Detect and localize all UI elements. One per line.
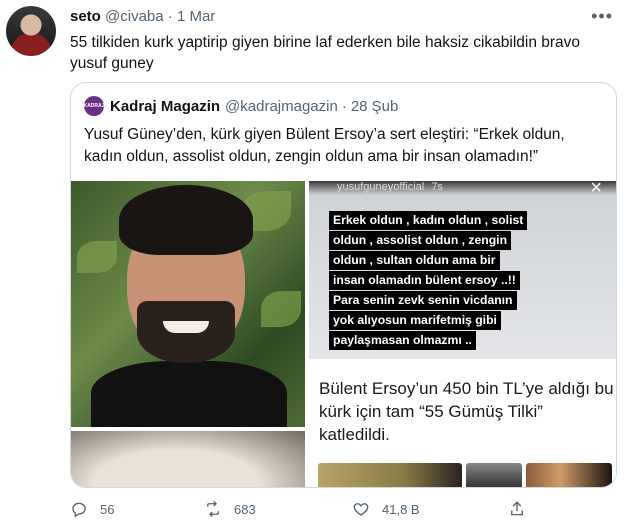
story-line: oldun , assolist oldun , zengin bbox=[329, 231, 512, 250]
more-icon[interactable]: ••• bbox=[591, 6, 613, 27]
story-line: oldun , sultan oldun ama bir bbox=[329, 251, 500, 270]
media-story-screenshot[interactable]: yusufguneyofficial 7s × Erkek oldun , ka… bbox=[309, 181, 616, 487]
quoted-author-name[interactable]: Kadraj Magazin bbox=[110, 98, 220, 115]
story-line: yok alıyosun marifetmiş gibi bbox=[329, 311, 501, 330]
thumbnail-1 bbox=[318, 463, 462, 487]
story-text-block: Erkek oldun , kadın oldun , solist oldun … bbox=[329, 211, 528, 351]
author-avatar[interactable] bbox=[6, 6, 56, 56]
heart-icon bbox=[353, 503, 369, 516]
share-icon bbox=[511, 501, 523, 516]
tweet-actions: 56 683 41,8 B bbox=[70, 500, 610, 522]
retweet-icon bbox=[207, 501, 219, 517]
story-line: Para senin zevk senin vicdanın bbox=[329, 291, 517, 310]
tweet-text: 55 tilkiden kurk yaptirip giyen birine l… bbox=[70, 34, 581, 72]
portrait-shirt bbox=[91, 361, 287, 427]
story-line: insan olamadın bülent ersoy ..!! bbox=[329, 271, 520, 290]
caption-thumbnails bbox=[318, 463, 612, 487]
leaf-shape bbox=[261, 291, 301, 327]
story-username: yusufguneyofficial 7s bbox=[337, 181, 443, 193]
quoted-media-grid: yusufguneyofficial 7s × Erkek oldun , ka… bbox=[71, 181, 616, 487]
like-button[interactable]: 41,8 B bbox=[352, 500, 420, 518]
media-photo-secondary[interactable] bbox=[71, 431, 305, 487]
reply-icon bbox=[72, 502, 86, 518]
media-photo-portrait[interactable] bbox=[71, 181, 305, 427]
story-screenshot: yusufguneyofficial 7s × Erkek oldun , ka… bbox=[309, 181, 616, 359]
portrait-hair bbox=[119, 185, 253, 255]
leaf-shape bbox=[77, 241, 117, 273]
reply-count: 56 bbox=[100, 501, 115, 517]
retweet-count: 683 bbox=[234, 501, 256, 517]
portrait-smile bbox=[163, 321, 209, 333]
story-time-label: 7s bbox=[431, 181, 443, 193]
quoted-author-handle[interactable]: @kadrajmagazin bbox=[225, 98, 338, 115]
story-line: Erkek oldun , kadın oldun , solist bbox=[329, 211, 528, 230]
like-count: 41,8 B bbox=[382, 501, 420, 517]
quoted-tweet-date[interactable]: 28 Şub bbox=[351, 98, 399, 115]
share-button[interactable] bbox=[508, 500, 538, 518]
tweet-date[interactable]: 1 Mar bbox=[177, 8, 215, 25]
thumbnail-3 bbox=[526, 463, 612, 487]
story-user-label: yusufguneyofficial bbox=[337, 181, 425, 193]
kadraj-logo[interactable]: KADRAJ bbox=[84, 96, 104, 116]
tweet-header: seto @civaba · 1 Mar bbox=[70, 8, 215, 25]
quoted-tweet-header: KADRAJ Kadraj Magazin @kadrajmagazin · 2… bbox=[84, 96, 398, 116]
quoted-tweet-text: Yusuf Güney’den, kürk giyen Bülent Ersoy… bbox=[84, 126, 565, 165]
close-icon: × bbox=[590, 181, 602, 199]
reply-button[interactable]: 56 bbox=[70, 500, 114, 518]
quoted-tweet[interactable]: KADRAJ Kadraj Magazin @kadrajmagazin · 2… bbox=[70, 82, 617, 488]
author-name[interactable]: seto bbox=[70, 8, 101, 25]
thumbnail-2 bbox=[466, 463, 522, 487]
retweet-button[interactable]: 683 bbox=[204, 500, 256, 518]
separator-dot: · bbox=[341, 97, 347, 115]
story-line: paylaşmasan olmazmı .. bbox=[329, 331, 476, 350]
story-caption: Bülent Ersoy’un 450 bin TL’ye aldığı bu … bbox=[319, 379, 614, 444]
author-handle[interactable]: @civaba bbox=[105, 8, 164, 25]
separator-dot: · bbox=[167, 8, 173, 25]
